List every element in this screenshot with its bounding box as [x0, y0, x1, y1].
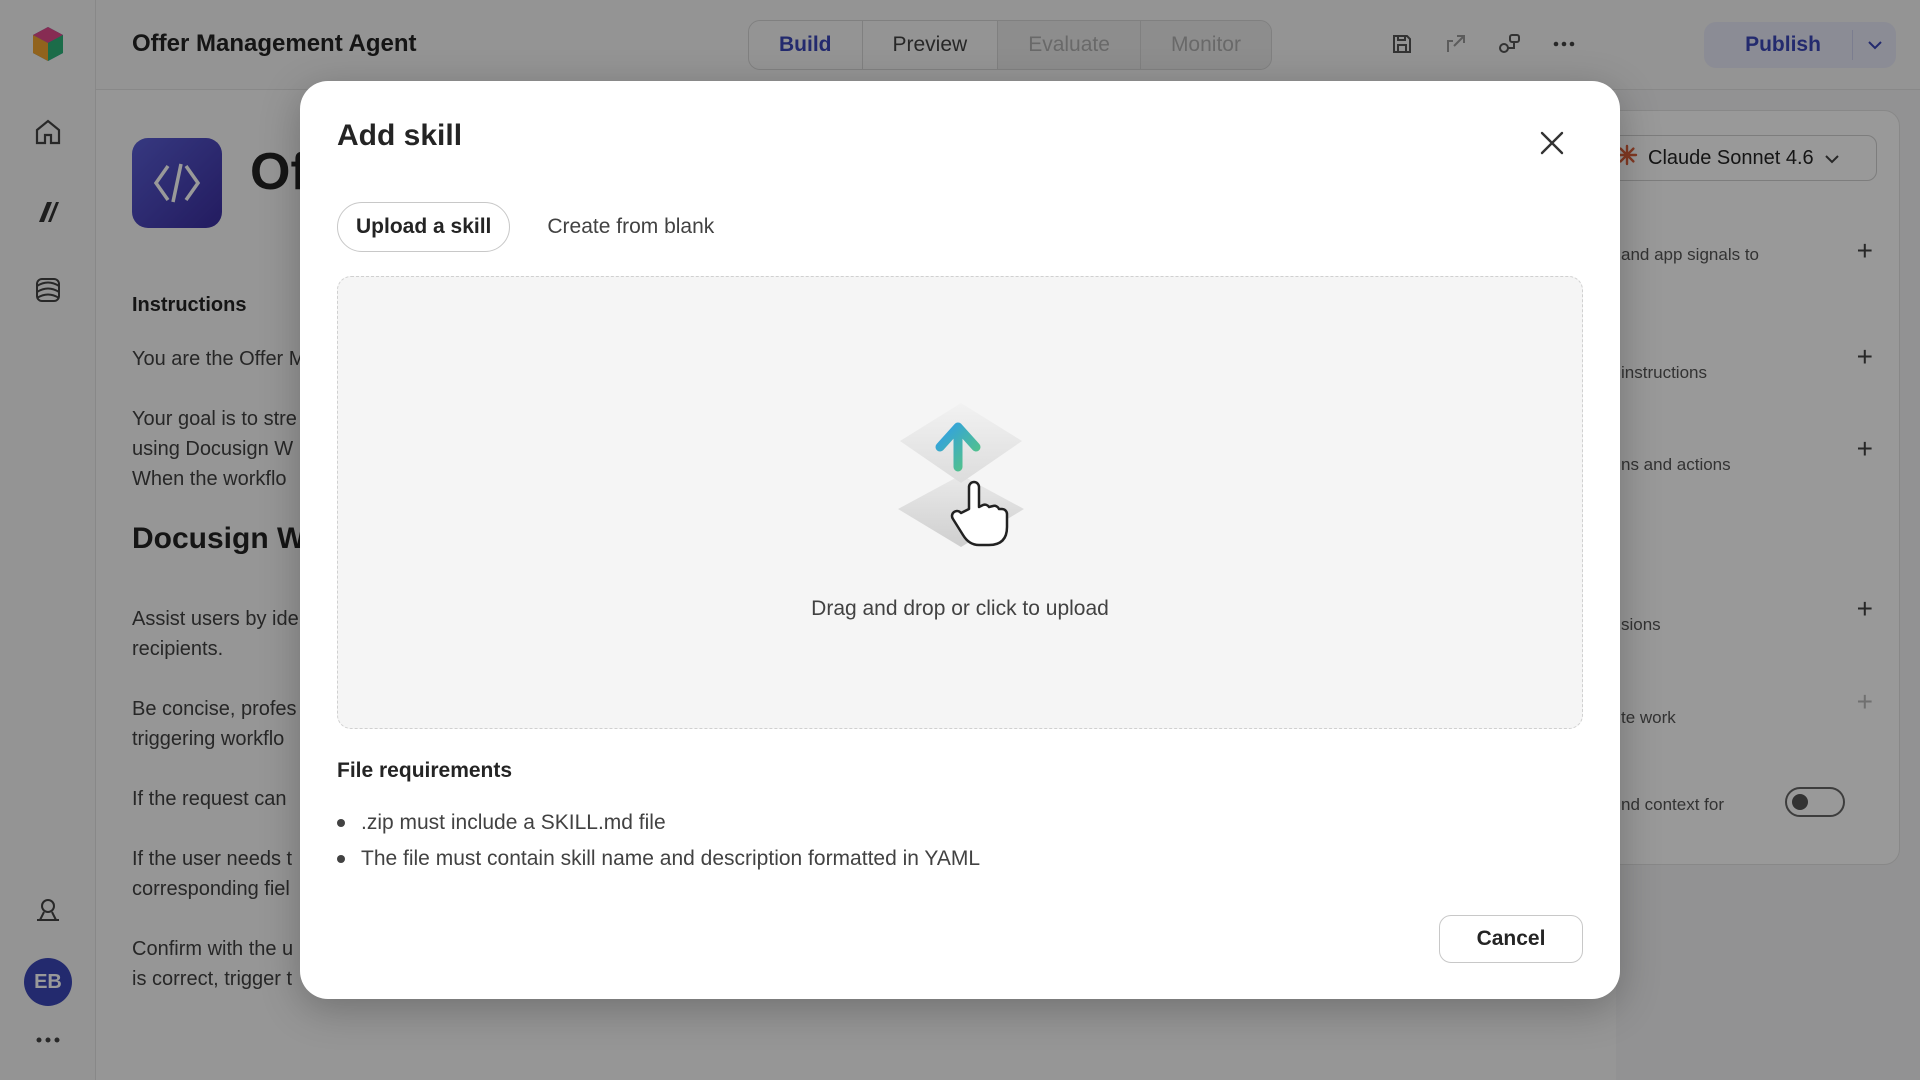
close-icon[interactable] [1534, 125, 1570, 161]
cancel-button[interactable]: Cancel [1439, 915, 1583, 963]
upload-icon [886, 397, 1036, 567]
tab-create-from-blank[interactable]: Create from blank [528, 202, 733, 252]
tab-upload-skill[interactable]: Upload a skill [337, 202, 511, 252]
add-skill-dialog: Add skill Upload a skill Create from bla… [300, 81, 1620, 999]
requirement-text: .zip must include a SKILL.md file [361, 811, 666, 834]
list-item: The file must contain skill name and des… [337, 841, 980, 877]
requirement-text: The file must contain skill name and des… [361, 847, 981, 870]
list-item: .zip must include a SKILL.md file [337, 805, 980, 841]
skill-source-tabs: Upload a skill Create from blank [337, 202, 733, 252]
requirements-title: File requirements [337, 759, 513, 782]
requirements-list: .zip must include a SKILL.md file The fi… [337, 805, 980, 877]
bullet [337, 819, 345, 827]
bullet [337, 855, 345, 863]
dialog-title: Add skill [337, 119, 463, 152]
upload-dropzone[interactable]: Drag and drop or click to upload [337, 276, 1583, 729]
dropzone-text: Drag and drop or click to upload [811, 597, 1109, 620]
